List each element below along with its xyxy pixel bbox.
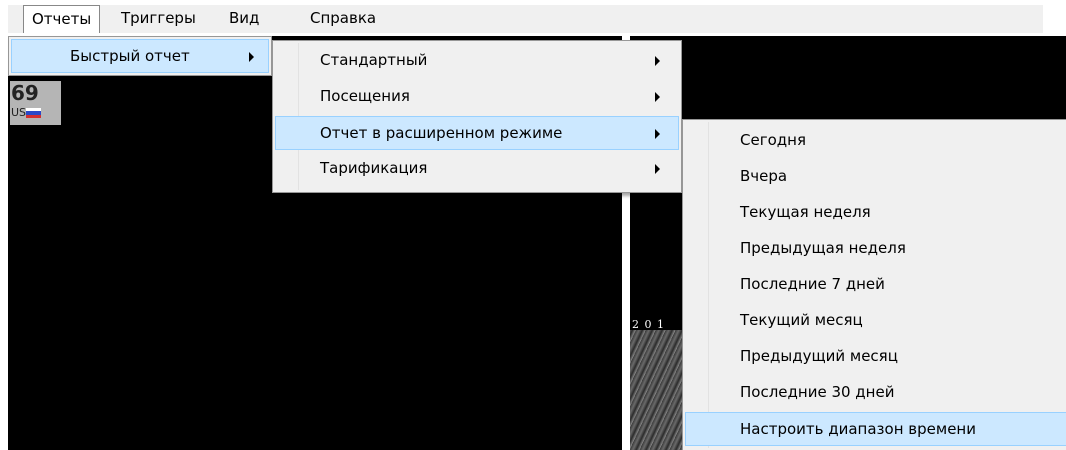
menu-help[interactable]: Справка [302, 5, 384, 33]
chevron-right-icon [249, 52, 254, 62]
menu-item-label: Последние 7 дней [740, 275, 885, 293]
menu-view[interactable]: Вид [221, 5, 267, 33]
camera-image: 2 0 1 [630, 300, 682, 450]
camera-timestamp: 2 0 1 [632, 318, 665, 331]
chevron-right-icon [655, 164, 660, 174]
menu-item-label: Настроить диапазон времени [740, 420, 976, 438]
quick-report-submenu: Стандартный Посещения Отчет в расширенно… [272, 40, 682, 193]
menu-item-tariffication[interactable]: Тарификация [275, 152, 679, 186]
flag-icon [26, 108, 41, 118]
menu-item-label: Сегодня [740, 131, 806, 149]
menu-item-current-month[interactable]: Текущий месяц [685, 304, 1065, 338]
menu-bar: Отчеты Триггеры Вид Справка [0, 0, 1066, 36]
menu-item-custom-range[interactable]: Настроить диапазон времени [685, 412, 1066, 446]
chevron-right-icon [655, 92, 660, 102]
menu-item-label: Текущий месяц [740, 311, 863, 329]
menu-item-label: Посещения [320, 87, 410, 105]
camera-country: US [11, 106, 27, 119]
menu-item-label: Вчера [740, 167, 788, 185]
menu-item-label: Быстрый отчет [70, 47, 190, 65]
menu-item-last-30-days[interactable]: Последние 30 дней [685, 376, 1065, 410]
chevron-right-icon [655, 129, 660, 139]
menu-item-yesterday[interactable]: Вчера [685, 160, 1065, 194]
menu-item-visits[interactable]: Посещения [275, 80, 679, 114]
menu-reports[interactable]: Отчеты [23, 5, 101, 33]
menu-item-current-week[interactable]: Текущая неделя [685, 196, 1065, 230]
menu-item-label: Текущая неделя [740, 203, 871, 221]
menu-item-previous-month[interactable]: Предыдущий месяц [685, 340, 1065, 374]
menu-item-label: Предыдущая неделя [740, 239, 906, 257]
menu-item-quick-report[interactable]: Быстрый отчет [11, 39, 269, 73]
menu-item-label: Тарификация [320, 159, 428, 177]
camera-number: 69 [11, 81, 39, 105]
extended-report-submenu: Сегодня Вчера Текущая неделя Предыдущая … [682, 119, 1066, 450]
menu-item-extended-report[interactable]: Отчет в расширенном режиме [275, 116, 679, 150]
menu-item-last-7-days[interactable]: Последние 7 дней [685, 268, 1065, 302]
menu-item-label: Последние 30 дней [740, 383, 895, 401]
camera-badge: 69 US [10, 81, 61, 125]
reports-dropdown: Быстрый отчет [8, 36, 272, 76]
chevron-right-icon [655, 56, 660, 66]
menu-item-label: Предыдущий месяц [740, 347, 898, 365]
menu-item-standard[interactable]: Стандартный [275, 44, 679, 78]
menu-item-label: Стандартный [320, 51, 428, 69]
menu-item-previous-week[interactable]: Предыдущая неделя [685, 232, 1065, 266]
menu-item-label: Отчет в расширенном режиме [320, 124, 563, 142]
menu-item-today[interactable]: Сегодня [685, 124, 1065, 158]
menu-triggers[interactable]: Триггеры [113, 5, 204, 33]
